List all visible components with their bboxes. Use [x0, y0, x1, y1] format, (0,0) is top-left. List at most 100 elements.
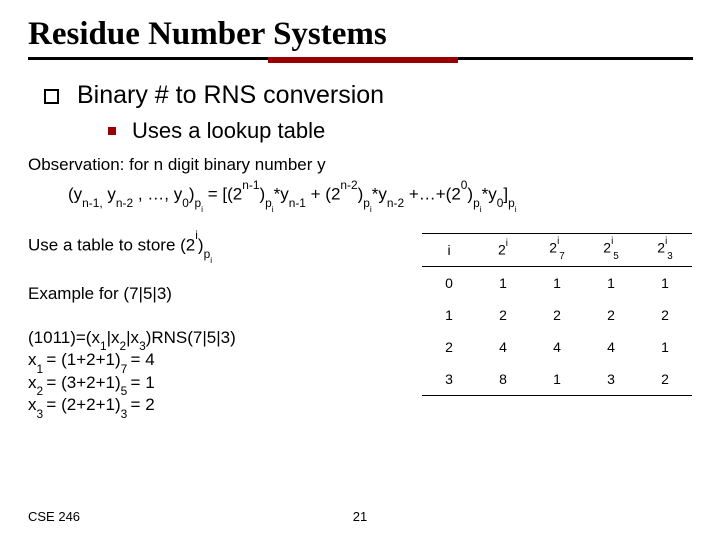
- bullet-level2: Uses a lookup table: [108, 118, 692, 144]
- table-row: 0 1 1 1 1: [422, 266, 692, 299]
- exl2b: = (1+2+1): [46, 350, 120, 369]
- f-sup2: n-2: [340, 178, 357, 192]
- c14: 2: [638, 299, 692, 331]
- c30: 3: [422, 363, 476, 396]
- th-2i5: 2i5: [584, 233, 638, 266]
- ut-i: i: [210, 255, 212, 265]
- f-mid1: y: [107, 185, 116, 204]
- c13: 2: [584, 299, 638, 331]
- ex-line4: x3 = (2+2+1)3 = 2: [28, 395, 412, 417]
- th-sup1: i: [506, 238, 508, 249]
- f-sub3: 0: [182, 196, 189, 210]
- square-open-icon: [44, 89, 59, 104]
- ut-pre: Use a table to store (2: [28, 235, 195, 254]
- observation-formula: (yn-1, yn-2 , …, y0)pi = [(2n-1)pi*yn-1 …: [28, 181, 692, 211]
- exl1b: |x: [107, 328, 120, 347]
- f-sup0: 0: [461, 178, 468, 192]
- ut-sub: pi: [204, 247, 212, 261]
- exl2a: x: [28, 350, 37, 369]
- bullet1-text: Binary # to RNS conversion: [77, 81, 384, 110]
- f-subpi2: pi: [265, 196, 273, 210]
- f-i3: i: [370, 204, 372, 214]
- exl1d: )RNS(7|5|3): [146, 328, 236, 347]
- f-subpi3: pi: [363, 196, 371, 210]
- slide: Residue Number Systems Binary # to RNS c…: [0, 0, 720, 540]
- bullet2-text: Uses a lookup table: [132, 118, 325, 144]
- f-eq: = [(2: [208, 185, 243, 204]
- exl1a: (1011)=(x: [28, 328, 100, 347]
- two-column: Use a table to store (2i)pi Example for …: [28, 233, 692, 442]
- example-block: (1011)=(x1|x2|x3)RNS(7|5|3) x1 = (1+2+1)…: [28, 328, 412, 418]
- exl1c: |x: [126, 328, 139, 347]
- c32: 1: [530, 363, 584, 396]
- c00: 0: [422, 266, 476, 299]
- c33: 3: [584, 363, 638, 396]
- table-row: 2 4 4 4 1: [422, 331, 692, 363]
- c10: 1: [422, 299, 476, 331]
- accent-bar: [268, 57, 458, 63]
- f-dots: +…+(2: [409, 185, 461, 204]
- th-i: i: [422, 233, 476, 266]
- c34: 2: [638, 363, 692, 396]
- f-p3: p: [363, 196, 370, 210]
- exl2m: 7: [121, 362, 131, 376]
- f-star3: *y: [482, 185, 497, 204]
- c03: 1: [584, 266, 638, 299]
- bullet-level1: Binary # to RNS conversion: [44, 81, 692, 110]
- exl4s: 3: [37, 407, 47, 421]
- f-subpi5: pi: [508, 196, 516, 210]
- f-subpi4: pi: [473, 196, 481, 210]
- f-i5: i: [515, 204, 517, 214]
- observation-label: Observation: for n digit binary number y: [28, 154, 692, 177]
- exl4m: 3: [121, 407, 131, 421]
- c24: 1: [638, 331, 692, 363]
- use-table-line: Use a table to store (2i)pi: [28, 233, 412, 260]
- th-2i7: 2i7: [530, 233, 584, 266]
- lookup-table: i 2i 2i7 2i5 2i3 0 1 1 1 1: [422, 233, 692, 396]
- f-mid2: , …, y: [138, 185, 182, 204]
- exl3m: 5: [121, 384, 131, 398]
- square-fill-icon: [108, 127, 116, 135]
- c12: 2: [530, 299, 584, 331]
- th-sub3: 3: [667, 251, 672, 262]
- exl2s: 1: [37, 362, 47, 376]
- f-sub1: n-1,: [82, 196, 103, 210]
- c21: 4: [476, 331, 530, 363]
- exl1s2: 2: [120, 339, 127, 353]
- ut-sup: i: [195, 228, 198, 242]
- ex-line2: x1 = (1+2+1)7 = 4: [28, 350, 412, 372]
- table-row: 1 2 2 2 2: [422, 299, 692, 331]
- f-plus: + (2: [311, 185, 341, 204]
- slide-title: Residue Number Systems: [28, 16, 692, 53]
- f-pre: (y: [68, 185, 82, 204]
- th-2i: 2i: [476, 233, 530, 266]
- f-i: i: [201, 204, 203, 214]
- f-p5: p: [508, 196, 515, 210]
- right-column: i 2i 2i7 2i5 2i3 0 1 1 1 1: [422, 233, 692, 396]
- c11: 2: [476, 299, 530, 331]
- table-row: 3 8 1 3 2: [422, 363, 692, 396]
- exl1s3: 3: [139, 339, 146, 353]
- c23: 4: [584, 331, 638, 363]
- c22: 4: [530, 331, 584, 363]
- footer-page: 21: [353, 509, 367, 524]
- f-p2: p: [265, 196, 272, 210]
- f-star: *y: [274, 185, 289, 204]
- c20: 2: [422, 331, 476, 363]
- left-column: Use a table to store (2i)pi Example for …: [28, 233, 412, 442]
- c02: 1: [530, 266, 584, 299]
- th0: i: [447, 242, 450, 258]
- ex-line3: x2 = (3+2+1)5 = 1: [28, 373, 412, 395]
- table-head-row: i 2i 2i7 2i5 2i3: [422, 233, 692, 266]
- c31: 8: [476, 363, 530, 396]
- f-subpi: pi: [195, 196, 203, 210]
- observation-block: Observation: for n digit binary number y…: [28, 154, 692, 211]
- f-sub2: n-2: [116, 196, 133, 210]
- exl1s1: 1: [100, 339, 107, 353]
- exl3s: 2: [37, 384, 47, 398]
- footer-course: CSE 246: [28, 509, 80, 524]
- th-sub5: 5: [613, 251, 618, 262]
- example-for: Example for (7|5|3): [28, 284, 412, 304]
- c04: 1: [638, 266, 692, 299]
- th-2i3: 2i3: [638, 233, 692, 266]
